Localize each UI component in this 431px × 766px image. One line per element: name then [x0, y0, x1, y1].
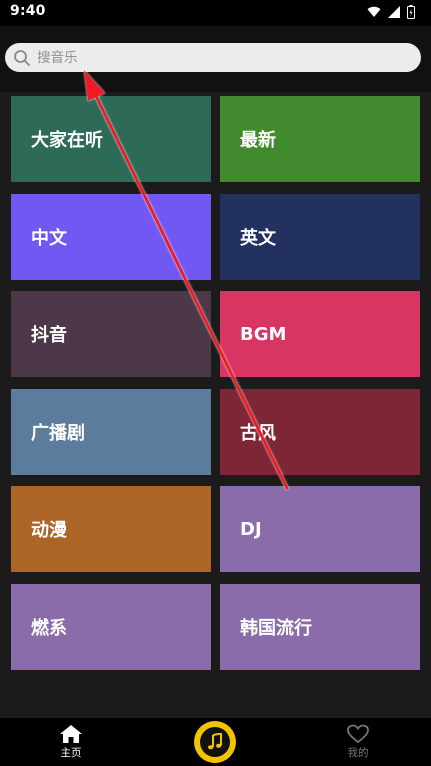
bottom-nav: 主页 我的 [0, 718, 431, 766]
battery-icon [407, 5, 415, 19]
category-label: DJ [240, 518, 262, 540]
category-tile-bgm[interactable]: BGM [220, 291, 420, 377]
category-label: 古风 [240, 423, 276, 444]
category-label: 韩国流行 [240, 618, 312, 639]
category-label: 最新 [240, 130, 276, 151]
category-tile-listening[interactable]: 大家在听 [11, 96, 211, 182]
category-tile-kpop[interactable]: 韩国流行 [220, 584, 420, 670]
category-label: 动漫 [31, 520, 67, 541]
music-note-icon [208, 733, 222, 750]
category-label: 英文 [240, 228, 276, 249]
category-label: 燃系 [31, 618, 67, 639]
category-tile-dj[interactable]: DJ [220, 486, 420, 572]
search-bar[interactable] [5, 43, 421, 72]
category-tile-radio-drama[interactable]: 广播剧 [11, 389, 211, 475]
wifi-icon [367, 6, 381, 18]
category-tile-douyin[interactable]: 抖音 [11, 291, 211, 377]
search-input[interactable] [37, 45, 397, 70]
home-icon [60, 725, 82, 743]
category-label: 大家在听 [31, 130, 103, 151]
category-grid: 大家在听 最新 中文 英文 抖音 BGM 广播剧 古风 动漫 DJ 燃系 韩国流… [0, 92, 431, 718]
nav-home[interactable]: 主页 [41, 718, 101, 766]
category-tile-chinese[interactable]: 中文 [11, 194, 211, 280]
status-time: 9:40 [10, 3, 46, 19]
category-tile-ancient-style[interactable]: 古风 [220, 389, 420, 475]
category-label: BGM [240, 323, 287, 345]
status-icons [367, 5, 415, 19]
search-area [0, 26, 431, 92]
nav-mine-label: 我的 [347, 747, 369, 759]
now-playing-button[interactable] [194, 721, 236, 763]
status-bar: 9:40 [0, 0, 431, 26]
category-label: 广播剧 [31, 423, 85, 444]
category-tile-burning[interactable]: 燃系 [11, 584, 211, 670]
category-label: 抖音 [31, 325, 67, 346]
category-tile-latest[interactable]: 最新 [220, 96, 420, 182]
category-tile-english[interactable]: 英文 [220, 194, 420, 280]
signal-icon [388, 6, 400, 18]
category-tile-anime[interactable]: 动漫 [11, 486, 211, 572]
search-icon [14, 49, 30, 66]
nav-mine[interactable]: 我的 [328, 718, 388, 766]
category-label: 中文 [31, 228, 67, 249]
nav-home-label: 主页 [60, 747, 82, 759]
heart-icon [347, 724, 369, 744]
